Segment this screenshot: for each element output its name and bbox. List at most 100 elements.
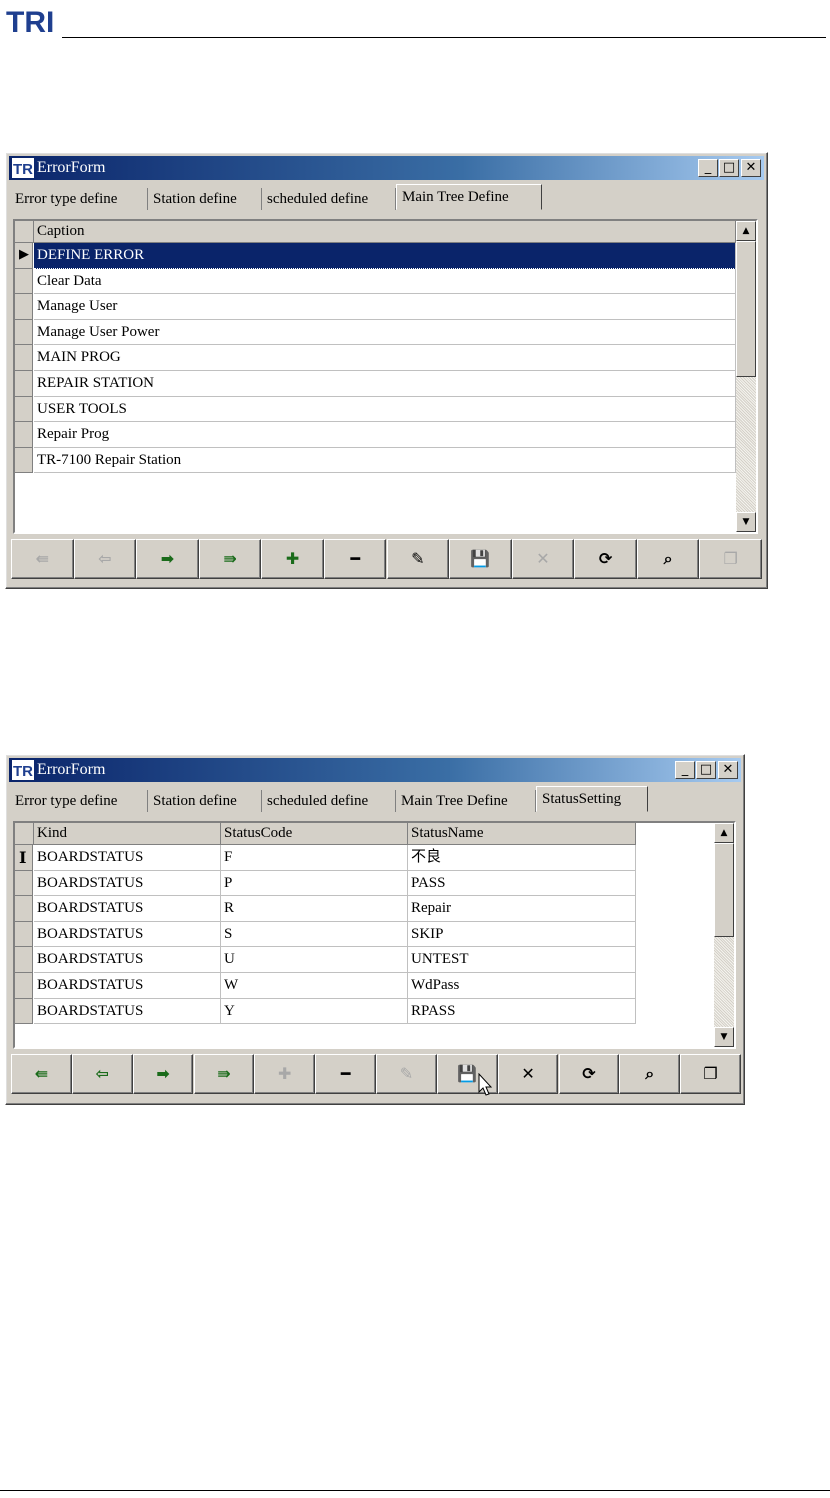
- name-cell[interactable]: SKIP: [408, 921, 636, 948]
- column-header-statusname[interactable]: StatusName: [408, 823, 636, 845]
- delete-record-button[interactable]: ━: [315, 1054, 376, 1094]
- column-header-kind[interactable]: Kind: [34, 823, 221, 845]
- kind-cell[interactable]: BOARDSTATUS: [34, 998, 221, 1025]
- row-indicator[interactable]: [15, 345, 33, 371]
- tab-station-define[interactable]: Station define: [148, 790, 262, 812]
- first-record-button[interactable]: ⇚: [11, 539, 74, 579]
- edit-record-button[interactable]: ✎: [386, 539, 450, 579]
- code-cell[interactable]: Y: [221, 998, 408, 1025]
- tab-error-type-define[interactable]: Error type define: [10, 188, 148, 210]
- row-indicator[interactable]: [15, 268, 33, 295]
- code-cell[interactable]: W: [221, 973, 408, 999]
- caption-cell[interactable]: Repair Prog: [34, 422, 736, 448]
- code-cell[interactable]: P: [221, 870, 408, 897]
- search-button[interactable]: ⌕: [636, 539, 700, 579]
- refresh-button[interactable]: ⟳: [558, 1054, 620, 1094]
- code-cell[interactable]: R: [221, 896, 408, 922]
- caption-cell[interactable]: MAIN PROG: [34, 345, 736, 371]
- row-indicator[interactable]: [15, 447, 33, 474]
- scroll-down-icon[interactable]: ▼: [736, 512, 756, 532]
- scroll-up-icon[interactable]: ▲: [736, 221, 756, 241]
- row-indicator[interactable]: ▶: [15, 243, 33, 269]
- scroll-thumb[interactable]: [736, 241, 756, 377]
- tab-main-tree-define[interactable]: Main Tree Define: [396, 790, 536, 812]
- name-cell[interactable]: RPASS: [408, 998, 636, 1025]
- caption-cell[interactable]: REPAIR STATION: [34, 371, 736, 397]
- app-icon[interactable]: TR: [12, 158, 34, 178]
- row-indicator[interactable]: [15, 371, 33, 397]
- column-header-caption[interactable]: Caption: [34, 221, 736, 243]
- name-cell[interactable]: PASS: [408, 870, 636, 897]
- caption-grid[interactable]: Caption ▶ DEFINE ERROR Clear Data Manage Us…: [13, 219, 758, 534]
- name-cell[interactable]: UNTEST: [408, 947, 636, 973]
- name-cell[interactable]: 不良: [408, 845, 636, 871]
- caption-cell[interactable]: Clear Data: [34, 268, 736, 295]
- caption-cell[interactable]: DEFINE ERROR: [34, 243, 736, 269]
- delete-record-button[interactable]: ━: [323, 539, 387, 579]
- code-cell[interactable]: F: [221, 845, 408, 871]
- next-record-button[interactable]: ➡: [136, 539, 199, 579]
- kind-cell[interactable]: BOARDSTATUS: [34, 845, 221, 871]
- cancel-edit-button[interactable]: ✕: [511, 539, 575, 579]
- caption-cell[interactable]: Manage User: [34, 294, 736, 320]
- app-icon[interactable]: TR: [12, 760, 34, 780]
- close-icon[interactable]: ✕: [718, 761, 738, 779]
- caption-cell[interactable]: TR-7100 Repair Station: [34, 447, 736, 474]
- caption-cell[interactable]: USER TOOLS: [34, 396, 736, 423]
- maximize-icon[interactable]: □: [696, 761, 716, 779]
- tab-scheduled-define[interactable]: scheduled define: [262, 790, 396, 812]
- row-indicator[interactable]: [15, 896, 33, 922]
- status-grid[interactable]: Kind StatusCode StatusName I BOARDSTATUS F…: [13, 821, 736, 1049]
- prior-record-button[interactable]: ⇦: [73, 539, 137, 579]
- row-indicator[interactable]: [15, 921, 33, 948]
- minimize-icon[interactable]: _: [698, 159, 718, 177]
- insert-record-button[interactable]: ✚: [261, 539, 324, 579]
- copy-records-button[interactable]: ❐: [680, 1054, 741, 1094]
- copy-records-button[interactable]: ❐: [699, 539, 762, 579]
- scroll-down-icon[interactable]: ▼: [714, 1027, 734, 1047]
- title-bar[interactable]: TR ErrorForm _ □ ✕: [9, 156, 764, 180]
- maximize-icon[interactable]: □: [719, 159, 739, 177]
- kind-cell[interactable]: BOARDSTATUS: [34, 921, 221, 948]
- post-record-button[interactable]: 💾: [449, 539, 512, 579]
- name-cell[interactable]: Repair: [408, 896, 636, 922]
- row-indicator[interactable]: [15, 294, 33, 320]
- row-indicator[interactable]: [15, 396, 33, 423]
- code-cell[interactable]: U: [221, 947, 408, 973]
- kind-cell[interactable]: BOARDSTATUS: [34, 896, 221, 922]
- column-header-statuscode[interactable]: StatusCode: [221, 823, 408, 845]
- caption-cell[interactable]: Manage User Power: [34, 319, 736, 346]
- refresh-button[interactable]: ⟳: [574, 539, 637, 579]
- scroll-up-icon[interactable]: ▲: [714, 823, 734, 843]
- kind-cell[interactable]: BOARDSTATUS: [34, 973, 221, 999]
- title-bar[interactable]: TR ErrorForm _ □ ✕: [9, 758, 741, 782]
- cancel-edit-button[interactable]: ✕: [497, 1054, 559, 1094]
- row-indicator[interactable]: [15, 947, 33, 973]
- row-indicator[interactable]: [15, 973, 33, 999]
- close-icon[interactable]: ✕: [741, 159, 761, 177]
- row-indicator[interactable]: [15, 870, 33, 897]
- minimize-icon[interactable]: _: [675, 761, 695, 779]
- vertical-scrollbar[interactable]: ▲ ▼: [736, 221, 756, 532]
- last-record-button[interactable]: ⇛: [198, 539, 262, 579]
- tab-main-tree-define[interactable]: Main Tree Define: [396, 184, 542, 210]
- next-record-button[interactable]: ➡: [132, 1054, 194, 1094]
- edit-record-button[interactable]: ✎: [376, 1054, 437, 1094]
- row-indicator[interactable]: [15, 998, 33, 1025]
- tab-statussetting[interactable]: StatusSetting: [536, 786, 648, 812]
- tab-error-type-define[interactable]: Error type define: [10, 790, 148, 812]
- first-record-button[interactable]: ⇚: [11, 1054, 72, 1094]
- code-cell[interactable]: S: [221, 921, 408, 948]
- insert-record-button[interactable]: ✚: [254, 1054, 316, 1094]
- prior-record-button[interactable]: ⇦: [71, 1054, 133, 1094]
- scroll-thumb[interactable]: [714, 843, 734, 937]
- vertical-scrollbar[interactable]: ▲ ▼: [714, 823, 734, 1047]
- tab-station-define[interactable]: Station define: [148, 188, 262, 210]
- last-record-button[interactable]: ⇛: [193, 1054, 255, 1094]
- tab-scheduled-define[interactable]: scheduled define: [262, 188, 396, 210]
- row-indicator[interactable]: [15, 319, 33, 346]
- row-indicator[interactable]: I: [15, 845, 33, 871]
- name-cell[interactable]: WdPass: [408, 973, 636, 999]
- kind-cell[interactable]: BOARDSTATUS: [34, 947, 221, 973]
- kind-cell[interactable]: BOARDSTATUS: [34, 870, 221, 897]
